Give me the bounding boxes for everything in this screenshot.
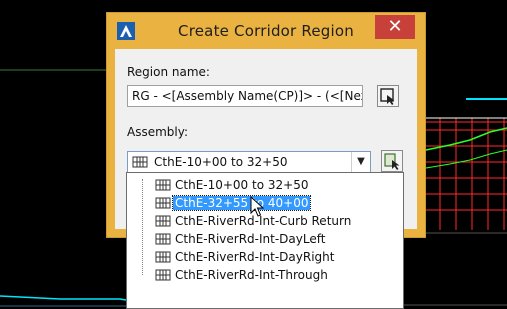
pick-button[interactable] [377,85,399,107]
list-item[interactable]: CthE-10+00 to 32+50 [127,176,403,194]
close-button[interactable]: ✕ [375,15,415,39]
list-item[interactable]: CthE-RiverRd-Int-Curb Return [127,212,403,230]
region-name-field[interactable]: RG - <[Assembly Name(CP)]> - (<[Next Co [127,85,363,107]
dialog-titlebar[interactable]: Create Corridor Region ✕ [107,13,425,49]
pick-from-drawing-icon [380,88,395,105]
assembly-icon [155,251,171,263]
assembly-combobox[interactable]: CthE-10+00 to 32+50 ▼ [127,151,371,173]
assembly-select-button[interactable] [381,150,403,172]
list-item-label: CthE-RiverRd-Int-Through [175,268,328,282]
list-item[interactable]: CthE-32+55 to 40+00 [127,194,403,212]
assembly-icon [132,156,148,168]
assembly-icon [155,179,171,191]
region-name-label: Region name: [127,65,210,79]
assembly-icon [155,215,171,227]
list-item-label: CthE-RiverRd-Int-DayRight [175,250,335,264]
assembly-pick-icon [384,153,400,170]
chevron-down-icon[interactable]: ▼ [351,152,370,172]
list-item-label: CthE-32+55 to 40+00 [171,195,312,211]
assembly-selected-value: CthE-10+00 to 32+50 [154,155,288,169]
assembly-icon [155,233,171,245]
assembly-icon [155,269,171,281]
mouse-cursor-icon [250,196,264,217]
list-item-label: CthE-10+00 to 32+50 [175,178,309,192]
list-item[interactable]: CthE-RiverRd-Int-Through [127,266,403,284]
list-item-label: CthE-RiverRd-Int-DayLeft [175,232,326,246]
list-item[interactable]: CthE-RiverRd-Int-DayRight [127,248,403,266]
assembly-label: Assembly: [127,125,189,139]
list-item[interactable]: CthE-RiverRd-Int-DayLeft [127,230,403,248]
assembly-icon [155,197,171,209]
assembly-dropdown-list: CthE-10+00 to 32+50 CthE-32+55 to 40+00 … [126,172,404,309]
